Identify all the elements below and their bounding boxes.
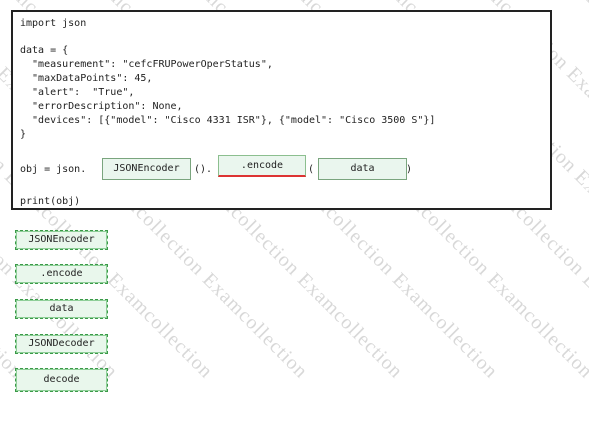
drop-slot-1[interactable]: JSONEncoder [102,158,191,180]
code-line: } [20,129,27,140]
option-jsondecoder[interactable]: JSONDecoder [15,334,108,354]
code-panel: import json data = { "measurement": "cef… [11,10,552,210]
paren-close: ) [406,164,413,175]
option-label: JSONDecoder [28,338,95,349]
option-jsonencoder[interactable]: JSONEncoder [15,230,108,250]
code-line: "alert": "True", [20,87,135,98]
paren-dot: (). [194,164,213,175]
option-encode[interactable]: .encode [15,264,108,284]
watermark-text: Examcollection Examcollection Examcollec… [554,0,589,383]
code-line: "devices": [{"model": "Cisco 4331 ISR"},… [20,115,436,126]
option-data[interactable]: data [15,299,108,319]
obj-prefix: obj = json. [20,164,87,175]
drop-slot-2[interactable]: .encode [218,155,306,177]
option-label: data [49,303,74,314]
drop-slot-3[interactable]: data [318,158,407,180]
option-label: .encode [40,268,83,279]
code-line: "maxDataPoints": 45, [20,73,153,84]
paren-open: ( [308,164,315,175]
code-line: import json [20,18,87,29]
option-decode[interactable]: decode [15,368,108,392]
option-label: JSONEncoder [28,234,95,245]
code-line: data = { [20,45,69,56]
code-line: "errorDescription": None, [20,101,183,112]
option-label: decode [43,374,80,385]
code-line: "measurement": "cefcFRUPowerOperStatus", [20,59,273,70]
code-line-print: print(obj) [20,196,81,207]
